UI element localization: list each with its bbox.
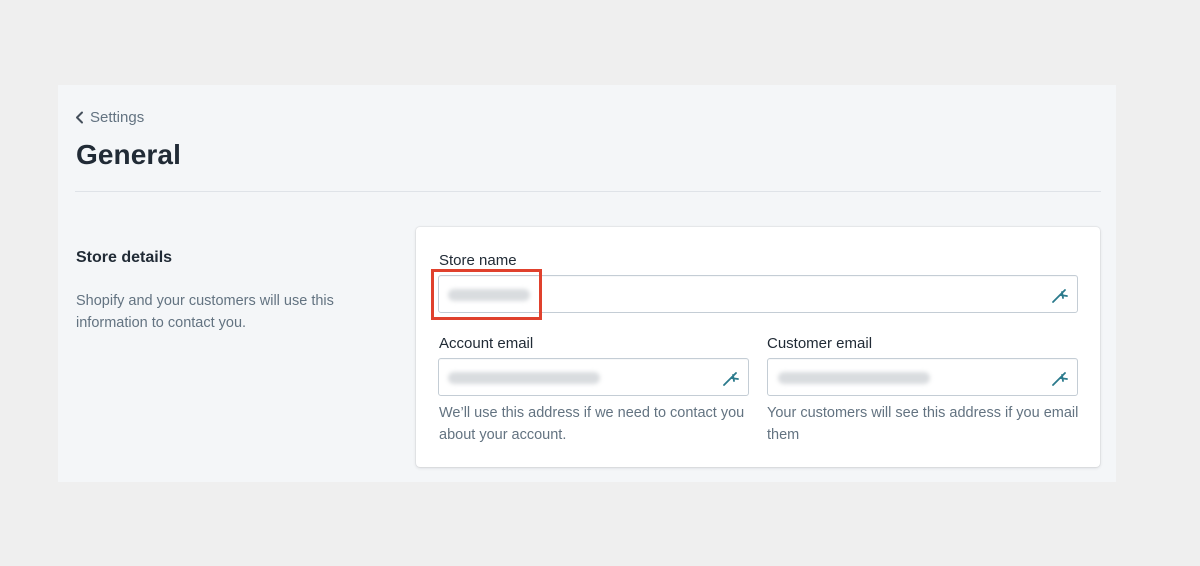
store-name-label: Store name — [439, 252, 517, 269]
settings-panel: Settings General Store details Shopify a… — [58, 85, 1116, 482]
autofill-icon[interactable] — [1051, 286, 1069, 304]
header-divider — [75, 191, 1101, 192]
section-title: Store details — [76, 249, 173, 266]
chevron-left-icon — [75, 111, 84, 124]
highlight-annotation — [431, 269, 542, 320]
customer-email-label: Customer email — [767, 335, 873, 352]
redacted-value — [778, 372, 930, 384]
customer-email-help: Your customers will see this address if … — [767, 405, 1079, 443]
breadcrumb-back-link[interactable]: Settings — [75, 109, 144, 126]
customer-email-input[interactable] — [767, 358, 1078, 396]
autofill-icon[interactable] — [722, 369, 740, 387]
section-description: Shopify and your customers will use this… — [76, 293, 334, 331]
page-title: General — [76, 139, 181, 170]
store-details-card: Store name Account email We’ll use this … — [416, 227, 1100, 467]
autofill-icon[interactable] — [1051, 369, 1069, 387]
redacted-value — [448, 372, 600, 384]
account-email-help: We’ll use this address if we need to con… — [439, 405, 745, 443]
breadcrumb-label: Settings — [90, 109, 145, 126]
account-email-label: Account email — [439, 335, 534, 352]
account-email-input[interactable] — [438, 358, 749, 396]
